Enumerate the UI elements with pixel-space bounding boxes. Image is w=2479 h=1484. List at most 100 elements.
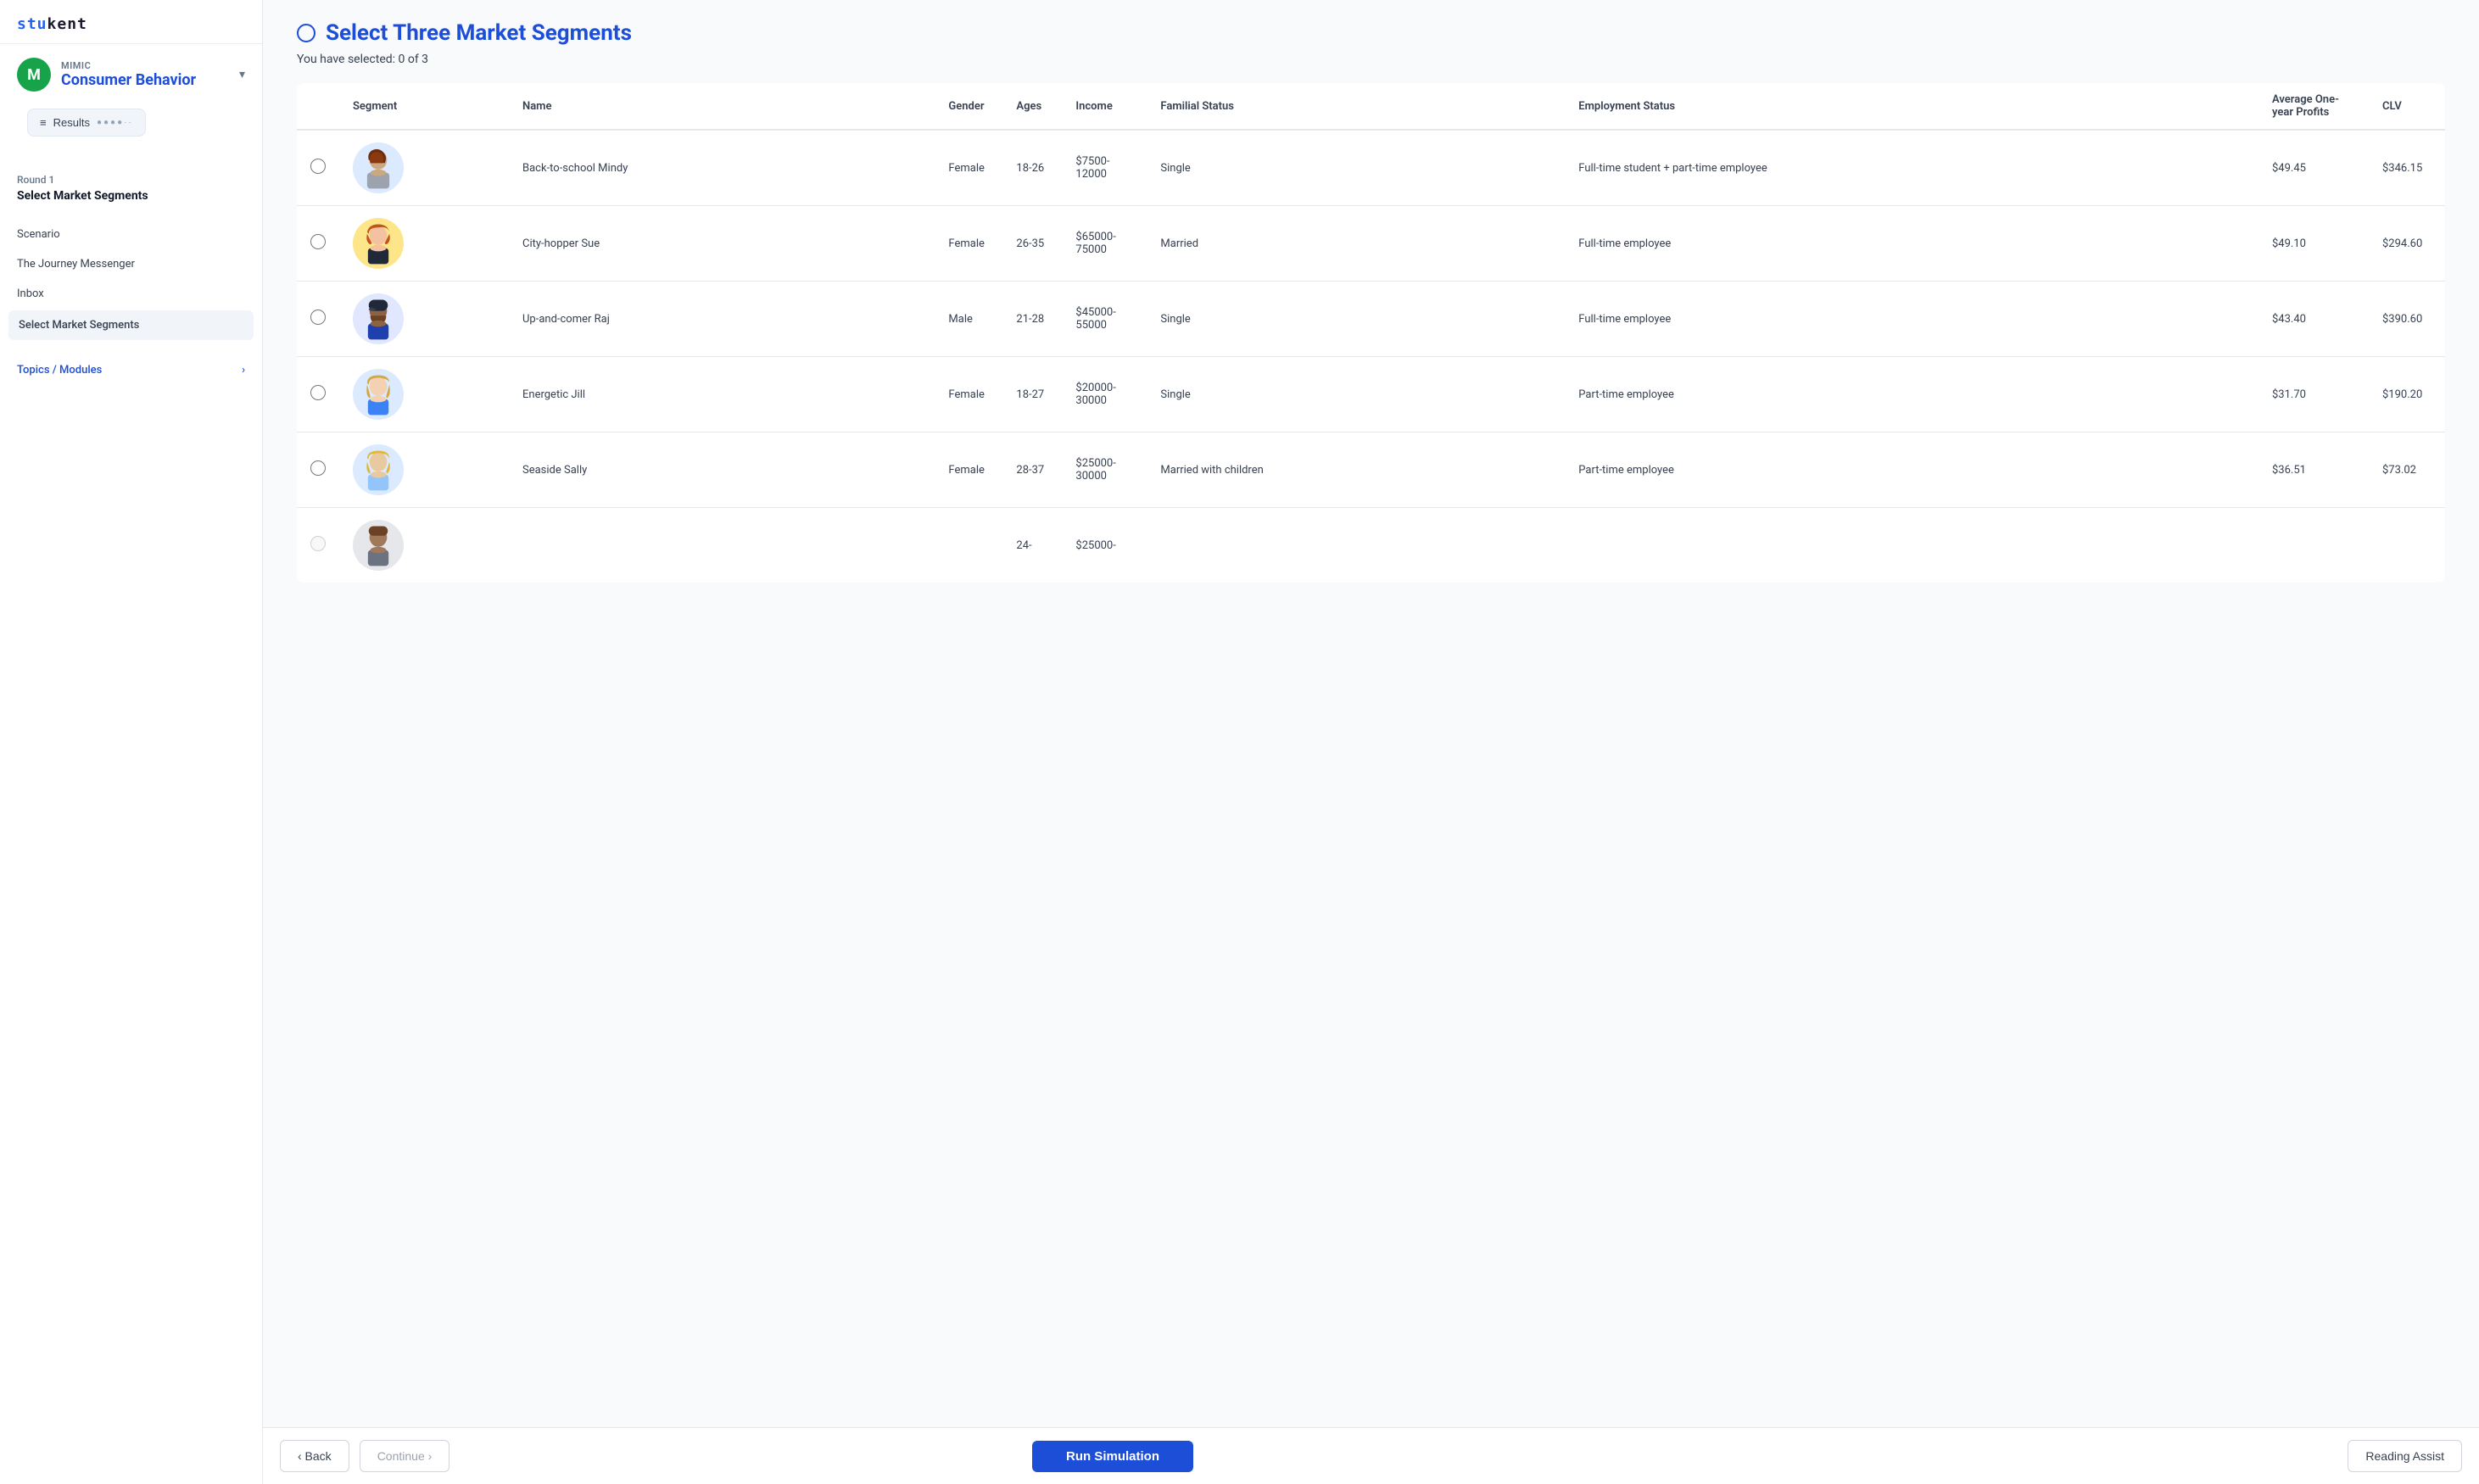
mimic-icon: M: [17, 58, 51, 92]
employment-cell: Full-time employee: [1565, 282, 2258, 357]
back-button[interactable]: ‹ Back: [280, 1440, 349, 1472]
avatar-cell: [339, 130, 509, 206]
sidebar-item-journey[interactable]: The Journey Messenger: [0, 249, 262, 279]
scenario-label: Scenario: [17, 228, 60, 241]
ages-cell: 21-28: [1002, 282, 1062, 357]
reading-assist-button[interactable]: Reading Assist: [2348, 1440, 2462, 1472]
logo-area: stukent: [0, 0, 262, 44]
stukent-logo: stukent: [17, 15, 245, 33]
employment-cell: Part-time employee: [1565, 432, 2258, 508]
name-cell: Seaside Sally: [509, 432, 935, 508]
familial-cell: Married with children: [1147, 432, 1565, 508]
run-simulation-button[interactable]: Run Simulation: [1032, 1441, 1193, 1472]
round-label: Round 1: [17, 174, 245, 186]
avatar-cell: [339, 206, 509, 282]
familial-cell: Single: [1147, 130, 1565, 206]
segments-table: Segment Name Gender Ages Income Familial…: [297, 83, 2445, 583]
sidebar: stukent M MIMIC Consumer Behavior ▾ ≡ Re…: [0, 0, 263, 1484]
table-row: City-hopper Sue Female 26-35 $65000-7500…: [297, 206, 2445, 282]
segment-radio-mindy[interactable]: [310, 159, 326, 174]
gender-cell: Female: [935, 206, 1002, 282]
employment-cell: Full-time student + part-time employee: [1565, 130, 2258, 206]
segment-radio-sue[interactable]: [310, 234, 326, 249]
results-area: ≡ Results ●●●●··: [0, 102, 262, 160]
col-header-income: Income: [1062, 83, 1147, 130]
familial-cell: Single: [1147, 282, 1565, 357]
mimic-label: MIMIC: [61, 60, 196, 71]
sidebar-item-select-segments[interactable]: Select Market Segments: [8, 310, 254, 340]
table-row: 24- $25000-: [297, 508, 2445, 583]
col-header-segment: Segment: [339, 83, 509, 130]
radio-cell: [297, 130, 339, 206]
name-cell: [509, 508, 935, 583]
avatar-cell: [339, 282, 509, 357]
hamburger-icon: ≡: [40, 116, 47, 129]
results-label: Results: [53, 116, 90, 129]
gender-cell: [935, 508, 1002, 583]
main-content: Select Three Market Segments You have se…: [263, 0, 2479, 1427]
gender-cell: Female: [935, 432, 1002, 508]
income-cell: $45000-55000: [1062, 282, 1147, 357]
avatar-cell: [339, 432, 509, 508]
familial-cell: Married: [1147, 206, 1565, 282]
mimic-name: Consumer Behavior: [61, 71, 196, 89]
name-cell: Up-and-comer Raj: [509, 282, 935, 357]
sidebar-item-inbox[interactable]: Inbox: [0, 279, 262, 309]
results-dots: ●●●●··: [97, 118, 133, 127]
main-area: Select Three Market Segments You have se…: [263, 0, 2479, 1484]
clv-cell: $190.20: [2369, 357, 2445, 432]
col-header-ages: Ages: [1002, 83, 1062, 130]
col-header-clv: CLV: [2369, 83, 2445, 130]
ages-cell: 18-26: [1002, 130, 1062, 206]
ages-cell: 18-27: [1002, 357, 1062, 432]
mimic-title: MIMIC Consumer Behavior: [61, 60, 196, 89]
familial-cell: [1147, 508, 1565, 583]
page-title: Select Three Market Segments: [326, 20, 632, 46]
employment-cell: Part-time employee: [1565, 357, 2258, 432]
col-header-employment: Employment Status: [1565, 83, 2258, 130]
table-body: Back-to-school Mindy Female 18-26 $7500-…: [297, 130, 2445, 583]
income-cell: $20000-30000: [1062, 357, 1147, 432]
radio-cell: [297, 508, 339, 583]
profits-cell: $43.40: [2258, 282, 2369, 357]
clv-cell: $346.15: [2369, 130, 2445, 206]
profits-cell: $49.45: [2258, 130, 2369, 206]
income-cell: $7500-12000: [1062, 130, 1147, 206]
bottom-bar: ‹ Back Continue › Run Simulation Reading…: [263, 1427, 2479, 1484]
segment-radio-jill[interactable]: [310, 385, 326, 400]
section-title: Select Market Segments: [17, 189, 245, 203]
segment-radio-partial[interactable]: [310, 536, 326, 551]
gender-cell: Male: [935, 282, 1002, 357]
topics-label: Topics / Modules: [17, 364, 102, 377]
gender-cell: Female: [935, 130, 1002, 206]
radio-cell: [297, 357, 339, 432]
results-button[interactable]: ≡ Results ●●●●··: [27, 109, 146, 137]
sidebar-item-scenario[interactable]: Scenario: [0, 220, 262, 249]
clv-cell: $294.60: [2369, 206, 2445, 282]
profits-cell: $31.70: [2258, 357, 2369, 432]
select-label: Select Market Segments: [19, 319, 139, 332]
table-header: Segment Name Gender Ages Income Familial…: [297, 83, 2445, 130]
clv-cell: $390.60: [2369, 282, 2445, 357]
employment-cell: [1565, 508, 2258, 583]
ages-cell: 24-: [1002, 508, 1062, 583]
ages-cell: 28-37: [1002, 432, 1062, 508]
mimic-header: M MIMIC Consumer Behavior ▾: [0, 44, 262, 102]
col-header-radio: [297, 83, 339, 130]
table-row: Energetic Jill Female 18-27 $20000-30000…: [297, 357, 2445, 432]
table-row: Up-and-comer Raj Male 21-28 $45000-55000…: [297, 282, 2445, 357]
table-row: Back-to-school Mindy Female 18-26 $7500-…: [297, 130, 2445, 206]
ages-cell: 26-35: [1002, 206, 1062, 282]
inbox-label: Inbox: [17, 287, 44, 300]
sidebar-item-topics[interactable]: Topics / Modules ›: [0, 355, 262, 385]
segment-radio-sally[interactable]: [310, 460, 326, 476]
income-cell: $25000-: [1062, 508, 1147, 583]
col-header-gender: Gender: [935, 83, 1002, 130]
gender-cell: Female: [935, 357, 1002, 432]
income-cell: $25000-30000: [1062, 432, 1147, 508]
employment-cell: Full-time employee: [1565, 206, 2258, 282]
segment-radio-raj[interactable]: [310, 310, 326, 325]
name-cell: Energetic Jill: [509, 357, 935, 432]
page-header: Select Three Market Segments: [297, 20, 2445, 46]
mimic-chevron-icon[interactable]: ▾: [239, 68, 245, 81]
